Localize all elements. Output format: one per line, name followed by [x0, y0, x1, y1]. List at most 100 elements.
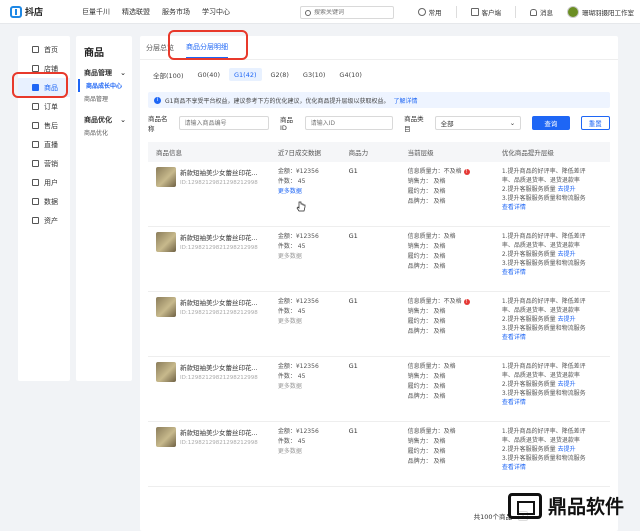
sidebar-item-aftersale[interactable]: 售后 [18, 116, 70, 135]
table-body: 新款短袖美少女蕾丝印花... ID:12982129821298212998 金… [140, 162, 618, 487]
topnav-item[interactable]: 巨量千川 [82, 7, 110, 17]
product-thumbnail[interactable] [156, 232, 176, 252]
more-data-link[interactable]: 更多数据 [278, 447, 349, 457]
topnav-item[interactable]: 学习中心 [202, 7, 230, 17]
sub-group-goods-management[interactable]: 商品管理 ⌄ [76, 66, 132, 79]
sub-item-goods-optimize[interactable]: 商品优化 [76, 126, 132, 139]
chip-all[interactable]: 全部(100) [148, 68, 188, 81]
chip-g0[interactable]: G0(40) [192, 68, 225, 81]
notice-link[interactable]: 了解详情 [393, 96, 417, 105]
chip-g4[interactable]: G4(10) [334, 68, 367, 81]
improve-link[interactable]: 去提升 [558, 186, 576, 193]
tab-overview[interactable]: 分层总览 [146, 43, 174, 59]
sub-item-growth-center[interactable]: 商品成长中心 [78, 79, 132, 92]
total-count: 共100个商品 [473, 513, 512, 521]
search-button[interactable]: 查询 [532, 116, 570, 130]
more-data-link[interactable]: 更多数据 [278, 187, 349, 197]
product-thumbnail[interactable] [156, 427, 176, 447]
shop-account[interactable]: 珊瑚羽摄阳工作室 [567, 6, 634, 18]
main-sidebar: 首页 店铺 商品 订单 售后 直播 营销 用户 数据 资产 [18, 36, 70, 381]
tab-bar: 分层总览 商品分层明细 [140, 36, 618, 60]
product-name-input[interactable] [178, 116, 269, 130]
sub-menu-title: 商品 [84, 48, 104, 59]
product-thumbnail[interactable] [156, 297, 176, 317]
table-row: 新款短袖美少女蕾丝印花... ID:12982129821298212998 金… [148, 292, 610, 357]
watermark: 鼎品软件 [507, 492, 624, 519]
hand-cursor-icon [296, 201, 306, 212]
improve-link[interactable]: 去提升 [558, 251, 576, 258]
client-button[interactable]: 客户端 [470, 7, 501, 17]
sidebar-item-store[interactable]: 店铺 [18, 59, 70, 78]
product-title[interactable]: 新款短袖美少女蕾丝印花... [180, 297, 258, 307]
level-cell: 信息质量力：及格 销售力： 及格 履约力： 及格 品牌力： 及格 [408, 362, 502, 402]
sub-group-goods-optimize[interactable]: 商品优化 ⌄ [76, 113, 132, 126]
sub-group-label: 商品优化 [84, 115, 112, 124]
advice-line: 2.提升客服服务质量 去提升 [502, 250, 610, 259]
message-button[interactable]: 消息 [530, 7, 553, 17]
asset-icon [32, 217, 39, 224]
product-title[interactable]: 新款短袖美少女蕾丝印花... [180, 427, 258, 437]
global-search-input[interactable] [313, 9, 393, 16]
chip-g3[interactable]: G3(10) [298, 68, 331, 81]
sidebar-item-asset[interactable]: 资产 [18, 211, 70, 230]
brand-logo[interactable]: 抖店 [10, 5, 68, 18]
sidebar-item-marketing[interactable]: 营销 [18, 154, 70, 173]
sales-power: 销售力： 及格 [407, 308, 446, 315]
tab-detail[interactable]: 商品分层明细 [186, 42, 228, 59]
advice-line: 率、品质退货率、退货退款率 [501, 437, 580, 444]
sub-item-goods-management[interactable]: 商品管理 [76, 92, 132, 105]
sidebar-item-home[interactable]: 首页 [18, 40, 70, 59]
product-title[interactable]: 新款短袖美少女蕾丝印花... [180, 362, 258, 372]
sidebar-item-data[interactable]: 数据 [18, 192, 70, 211]
advice-cell: 1.提升商品的好评率、降低差评 率、品质退货率、退货退款率 2.提升客服服务质量… [502, 297, 610, 342]
improve-link[interactable]: 去提升 [558, 446, 576, 453]
product-title[interactable]: 新款短袖美少女蕾丝印花... [180, 232, 258, 242]
chip-g2[interactable]: G2(8) [266, 68, 294, 81]
product-title[interactable]: 新款短袖美少女蕾丝印花... [180, 167, 258, 177]
filter-bar: 商品名称 商品ID 商品类目 全部 ⌄ 查询 重置 [140, 108, 618, 138]
chip-g1[interactable]: G1(42) [229, 68, 262, 81]
id-label: 商品ID [279, 116, 293, 132]
category-select[interactable]: 全部 ⌄ [434, 116, 522, 130]
sidebar-item-order[interactable]: 订单 [18, 97, 70, 116]
info-quality-text: 信息质量力：不及格 [407, 298, 462, 305]
improve-link[interactable]: 去提升 [558, 381, 576, 388]
more-data-link[interactable]: 更多数据 [278, 317, 349, 327]
view-detail-link[interactable]: 查看详情 [502, 334, 526, 341]
sidebar-item-goods[interactable]: 商品 [18, 78, 70, 97]
table-row: 新款短袖美少女蕾丝印花... ID:12982129821298212998 金… [148, 227, 610, 292]
more-data-link[interactable]: 更多数据 [278, 382, 349, 392]
topnav-item[interactable]: 精选联盟 [122, 7, 150, 17]
product-thumbnail[interactable] [156, 362, 176, 382]
more-data-link[interactable]: 更多数据 [278, 252, 349, 262]
sales-cell: 金额：¥12356 件数： 45 更多数据 [278, 232, 349, 262]
amount: 金额：¥12356 [277, 298, 319, 305]
info-quality: 信息质量力：及格 [408, 362, 502, 372]
improve-link[interactable]: 去提升 [558, 316, 576, 323]
sidebar-item-user[interactable]: 用户 [18, 173, 70, 192]
common-button[interactable]: 常用 [417, 7, 442, 17]
advice-text: 2.提升客服服务质量 [501, 316, 556, 323]
topnav-item[interactable]: 服务市场 [162, 7, 190, 17]
view-detail-link[interactable]: 查看详情 [502, 399, 526, 406]
sidebar-item-live[interactable]: 直播 [18, 135, 70, 154]
advice-line: 1.提升商品的好评率、降低差评 [501, 233, 586, 240]
global-search[interactable] [300, 6, 394, 19]
header-product-info: 商品信息 [156, 149, 182, 157]
common-label: 常用 [428, 9, 442, 17]
product-thumbnail[interactable] [156, 167, 176, 187]
top-bar: 抖店 巨量千川 精选联盟 服务市场 学习中心 常用 客户端 消息 珊瑚羽摄阳工作… [0, 0, 640, 24]
home-icon [32, 46, 39, 53]
reset-button[interactable]: 重置 [580, 116, 611, 130]
info-notice: i G1商品不享受平台权益，建议参考下方的优化建议，优化商品提升层级以获取权益。… [148, 92, 610, 108]
view-detail-link[interactable]: 查看详情 [502, 464, 526, 471]
sidebar-item-label: 用户 [44, 178, 58, 187]
amount: 金额：¥12356 [277, 233, 319, 240]
brand-power: 品牌力： 及格 [407, 393, 446, 400]
product-id-input[interactable] [304, 116, 394, 130]
fulfill-power: 履约力： 及格 [407, 318, 446, 325]
view-detail-link[interactable]: 查看详情 [502, 204, 526, 211]
order-icon [32, 103, 39, 110]
view-detail-link[interactable]: 查看详情 [502, 269, 526, 276]
advice-cell: 1.提升商品的好评率、降低差评 率、品质退货率、退货退款率 2.提升客服服务质量… [502, 167, 610, 212]
